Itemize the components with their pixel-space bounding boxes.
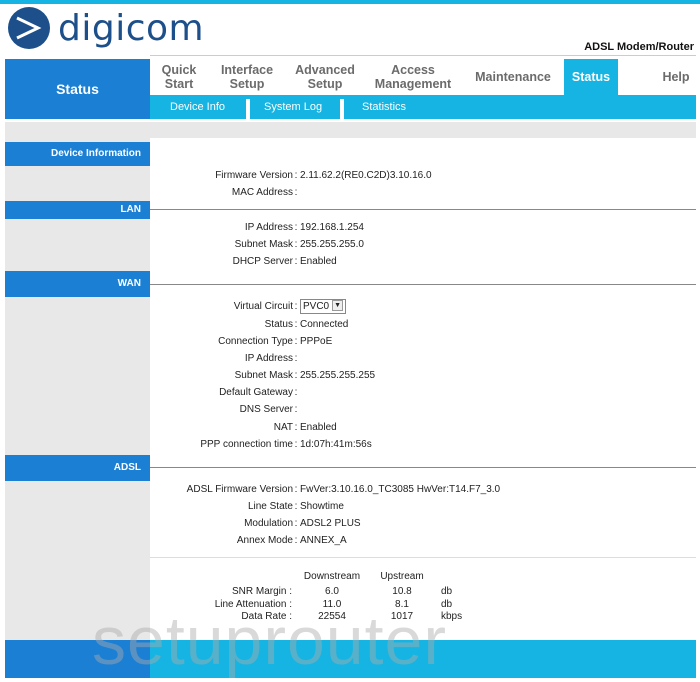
footer-bar-right (150, 640, 696, 678)
nav-help[interactable]: Help (648, 59, 700, 95)
nav-advanced-setup[interactable]: Advanced Setup (290, 59, 360, 95)
info-row: Annex Mode: ANNEX_A (236, 535, 347, 546)
section-divider (150, 284, 696, 285)
section-label-adsl: ADSL (5, 455, 150, 481)
section-label-device-information: Device Information (5, 142, 150, 166)
sub-nav: Device Info System Log Statistics (150, 95, 696, 119)
brand-logo: digicom (8, 7, 204, 49)
header-divider (150, 55, 696, 56)
info-row: Subnet Mask:255.255.255.0 (234, 239, 364, 250)
info-row: DHCP Server: Enabled (232, 256, 337, 267)
section-label-wan: WAN (5, 271, 150, 297)
info-row: DNS Server: (239, 404, 298, 415)
info-row: MAC Address: (231, 187, 298, 198)
section-label-lan: LAN (5, 201, 150, 219)
info-row: Firmware Version:2.11.62.2(RE0.C2D)3.10.… (215, 170, 432, 181)
subnav-separator (340, 99, 344, 119)
info-row: Virtual Circuit: PVC0 ▼ (150, 298, 696, 315)
nav-access-management[interactable]: Access Management (368, 59, 458, 95)
info-row: NAT: Enabled (273, 422, 337, 433)
section-title: Status (5, 59, 150, 119)
virtual-circuit-select[interactable]: PVC0 ▼ (300, 299, 347, 314)
section-divider (150, 209, 696, 210)
info-row: PPP connection time:1d:07h:41m:56s (200, 439, 372, 450)
main-nav: Quick Start Interface Setup Advanced Setup … (150, 59, 696, 95)
info-row: Modulation: ADSL2 PLUS (244, 518, 361, 529)
col-upstream: Upstream (380, 571, 424, 582)
footer-bar-left (5, 640, 150, 678)
nav-interface-setup[interactable]: Interface Setup (212, 59, 282, 95)
subnav-separator (246, 99, 250, 119)
nav-status[interactable]: Status (564, 59, 618, 95)
info-row: IP Address: (244, 353, 298, 364)
info-row: Default Gateway: (219, 387, 298, 398)
stats-row: Data Rate : 22554 1017 kbps (241, 611, 463, 622)
stats-row: SNR Margin : 6.0 10.8 db (231, 586, 453, 597)
info-row: ADSL Firmware Version: FwVer:3.10.16.0_TC… (186, 484, 501, 495)
top-accent-bar (0, 0, 700, 4)
info-row: Status: Connected (264, 319, 349, 330)
subnav-device-info[interactable]: Device Info (170, 95, 225, 119)
content-top-strip (5, 122, 696, 138)
digicom-logo-icon (8, 7, 50, 49)
chevron-down-icon: ▼ (332, 300, 344, 311)
col-downstream: Downstream (303, 571, 361, 582)
info-row: Line State: Showtime (247, 501, 344, 512)
nav-maintenance[interactable]: Maintenance (468, 59, 558, 95)
section-divider (150, 467, 696, 468)
section-divider (150, 557, 696, 558)
brand-name: digicom (58, 7, 205, 49)
subnav-statistics[interactable]: Statistics (362, 95, 406, 119)
stats-header: Downstream Upstream (150, 570, 696, 583)
nav-quick-start[interactable]: Quick Start (150, 59, 208, 95)
product-name: ADSL Modem/Router (584, 41, 694, 53)
info-row: IP Address:192.168.1.254 (244, 222, 364, 233)
info-row: Subnet Mask:255.255.255.255 (234, 370, 376, 381)
info-row: Connection Type: PPPoE (218, 336, 333, 347)
subnav-system-log[interactable]: System Log (264, 95, 322, 119)
